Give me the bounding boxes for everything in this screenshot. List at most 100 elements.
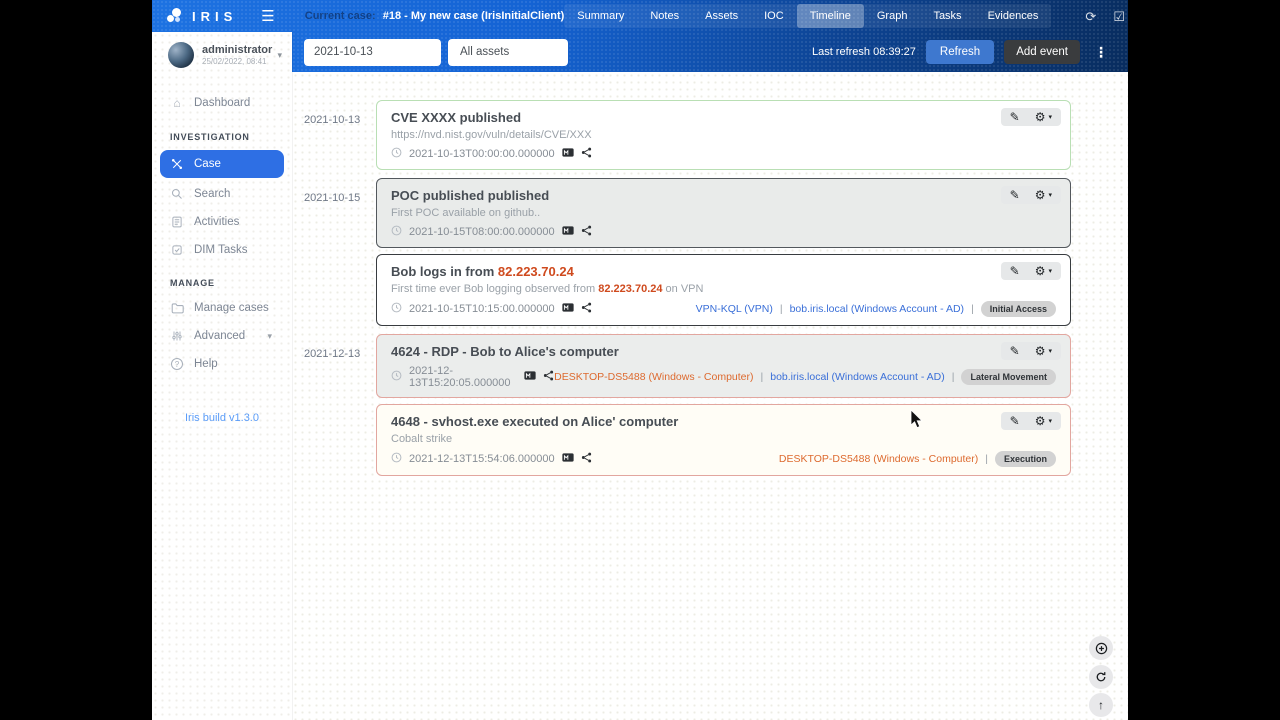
event-settings-dropdown[interactable]: ⚙ ▾ [1035,345,1052,357]
event-description: https://nvd.nist.gov/vuln/details/CVE/XX… [391,129,592,141]
description-indicator-icon [524,371,536,383]
search-icon [170,188,184,200]
share-icon[interactable] [543,370,554,384]
chevron-down-icon: ▾ [1048,418,1052,425]
sliders-icon [170,330,184,342]
tab-assets[interactable]: Assets [692,4,751,28]
linked-asset[interactable]: DESKTOP-DS5488 (Windows - Computer) [554,371,753,383]
sidebar: administrator 25/02/2022, 08:41 ▾ ⌂ Dash… [152,32,292,720]
timeline-date-label: 2021-12-13 [304,348,361,360]
section-manage: MANAGE [170,278,215,288]
edit-event-button[interactable]: ✎ [1010,111,1020,123]
build-version-link[interactable]: Iris build v1.3.0 [152,412,292,424]
description-indicator-icon [561,226,574,238]
share-icon[interactable] [581,225,592,239]
tab-notes[interactable]: Notes [637,4,692,28]
current-case-title: #18 - My new case (IrisInitialClient) [382,10,565,22]
check-square-icon[interactable]: ☑ [1113,10,1125,23]
user-menu[interactable]: administrator 25/02/2022, 08:41 ▾ [152,32,292,80]
date-filter-input[interactable] [304,38,441,66]
sidebar-item-dim-tasks[interactable]: DIM Tasks [152,236,292,264]
separator: | [779,303,783,315]
iris-logo: IRIS [166,7,237,25]
clock-icon [391,370,402,384]
event-footer: 2021-10-13T00:00:00.000000 [391,147,1056,161]
share-icon[interactable] [581,302,592,316]
menu-hamburger-icon[interactable]: ☰ [261,7,274,25]
tab-timeline[interactable]: Timeline [796,4,864,28]
refresh-timeline-fab[interactable] [1089,665,1113,689]
sidebar-item-manage-cases[interactable]: Manage cases [152,294,292,322]
more-options-kebab-icon[interactable]: ⋮ [1090,44,1112,61]
event-settings-dropdown[interactable]: ⚙ ▾ [1035,265,1052,277]
sidebar-item-label: Advanced [194,330,246,342]
sidebar-item-activities[interactable]: Activities [152,208,292,236]
edit-event-button[interactable]: ✎ [1010,415,1020,427]
folder-icon [170,302,184,314]
add-event-fab[interactable] [1089,636,1113,660]
linked-asset[interactable]: bob.iris.local (Windows Account - AD) [770,371,944,383]
event-card[interactable]: ✎ ⚙ ▾ CVE XXXX published https://nvd.nist.go… [376,100,1071,170]
asset-filter-select[interactable]: All assets [448,38,568,66]
tab-tasks[interactable]: Tasks [920,4,974,28]
sidebar-item-dashboard[interactable]: ⌂ Dashboard [152,88,292,118]
add-event-button[interactable]: Add event [1004,40,1080,64]
tab-ioc[interactable]: IOC [751,4,797,28]
event-actions: ✎ ⚙ ▾ [1000,342,1061,360]
event-timestamp: 2021-10-15T10:15:00.000000 [409,303,555,315]
scroll-to-top-fab[interactable]: ↑ [1089,693,1113,717]
event-card[interactable]: ✎ ⚙ ▾ 4648 - svhost.exe executed on Alice' … [376,404,1071,476]
top-navbar: IRIS ☰ Current case: #18 - My new case (… [152,0,1128,32]
case-hub-icon [170,158,184,170]
avatar [168,42,194,68]
event-card[interactable]: ✎ ⚙ ▾ Bob logs in from 82.223.70.24 First ti… [376,254,1071,326]
sidebar-item-advanced[interactable]: Advanced ▾ [152,322,292,350]
event-footer-left: 2021-10-13T00:00:00.000000 [391,147,592,161]
sidebar-item-label: DIM Tasks [194,244,248,256]
event-description: Cobalt strike [391,433,453,445]
event-title: CVE XXXX published [391,110,522,125]
sync-icon[interactable]: ⟳ [1085,10,1096,23]
edit-event-button[interactable]: ✎ [1010,265,1020,277]
sidebar-item-search[interactable]: Search [152,180,292,208]
event-title: 4624 - RDP - Bob to Alice's computer [391,344,619,359]
tab-evidences[interactable]: Evidences [975,4,1052,28]
event-footer-right: VPN-KQL (VPN) | bob.iris.local (Windows Ac… [696,301,1056,317]
iris-logo-icon [166,7,184,25]
event-footer-left: 2021-12-13T15:20:05.000000 [391,365,554,389]
sidebar-item-case[interactable]: Case [160,150,284,178]
event-settings-dropdown[interactable]: ⚙ ▾ [1035,111,1052,123]
timeline-date-label: 2021-10-15 [304,192,361,204]
tab-summary[interactable]: Summary [564,4,637,28]
help-icon: ? [170,358,184,370]
event-footer-right: DESKTOP-DS5488 (Windows - Computer) | Exec… [779,451,1056,467]
share-icon[interactable] [581,147,592,161]
separator: | [971,303,974,315]
event-settings-dropdown[interactable]: ⚙ ▾ [1035,189,1052,201]
share-icon[interactable] [581,452,592,466]
edit-event-button[interactable]: ✎ [1010,345,1020,357]
linked-asset[interactable]: bob.iris.local (Windows Account - AD) [790,303,964,315]
event-title: Bob logs in from 82.223.70.24 [391,264,574,279]
timeline-group: 2021-12-13 ✎ ⚙ ▾ 4624 - RDP - Bob to Alice's… [304,334,1128,476]
edit-event-button[interactable]: ✎ [1010,189,1020,201]
clock-icon [391,147,402,161]
event-settings-dropdown[interactable]: ⚙ ▾ [1035,415,1052,427]
event-footer-right: DESKTOP-DS5488 (Windows - Computer) | bob.… [554,369,1056,385]
mouse-cursor [910,409,925,435]
linked-asset[interactable]: VPN-KQL (VPN) [696,303,773,315]
timeline-date-label: 2021-10-13 [304,114,361,126]
event-card[interactable]: ✎ ⚙ ▾ POC published published First POC avai… [376,178,1071,248]
user-last-login: 25/02/2022, 08:41 [202,57,267,66]
refresh-button[interactable]: Refresh [925,40,995,64]
event-footer-left: 2021-10-15T10:15:00.000000 [391,302,592,316]
event-description: First time ever Bob logging observed fro… [391,283,704,295]
description-indicator-icon [561,453,574,465]
timeline: 2021-10-13 ✎ ⚙ ▾ CVE XXXX published https://n… [304,100,1128,476]
timeline-group: 2021-10-15 ✎ ⚙ ▾ POC published published Firs… [304,178,1128,326]
tab-graph[interactable]: Graph [864,4,921,28]
linked-asset[interactable]: DESKTOP-DS5488 (Windows - Computer) [779,453,978,465]
event-card[interactable]: ✎ ⚙ ▾ 4624 - RDP - Bob to Alice's computer 2… [376,334,1071,398]
sidebar-item-help[interactable]: ? Help [152,350,292,378]
ioc-value: 82.223.70.24 [497,264,574,279]
